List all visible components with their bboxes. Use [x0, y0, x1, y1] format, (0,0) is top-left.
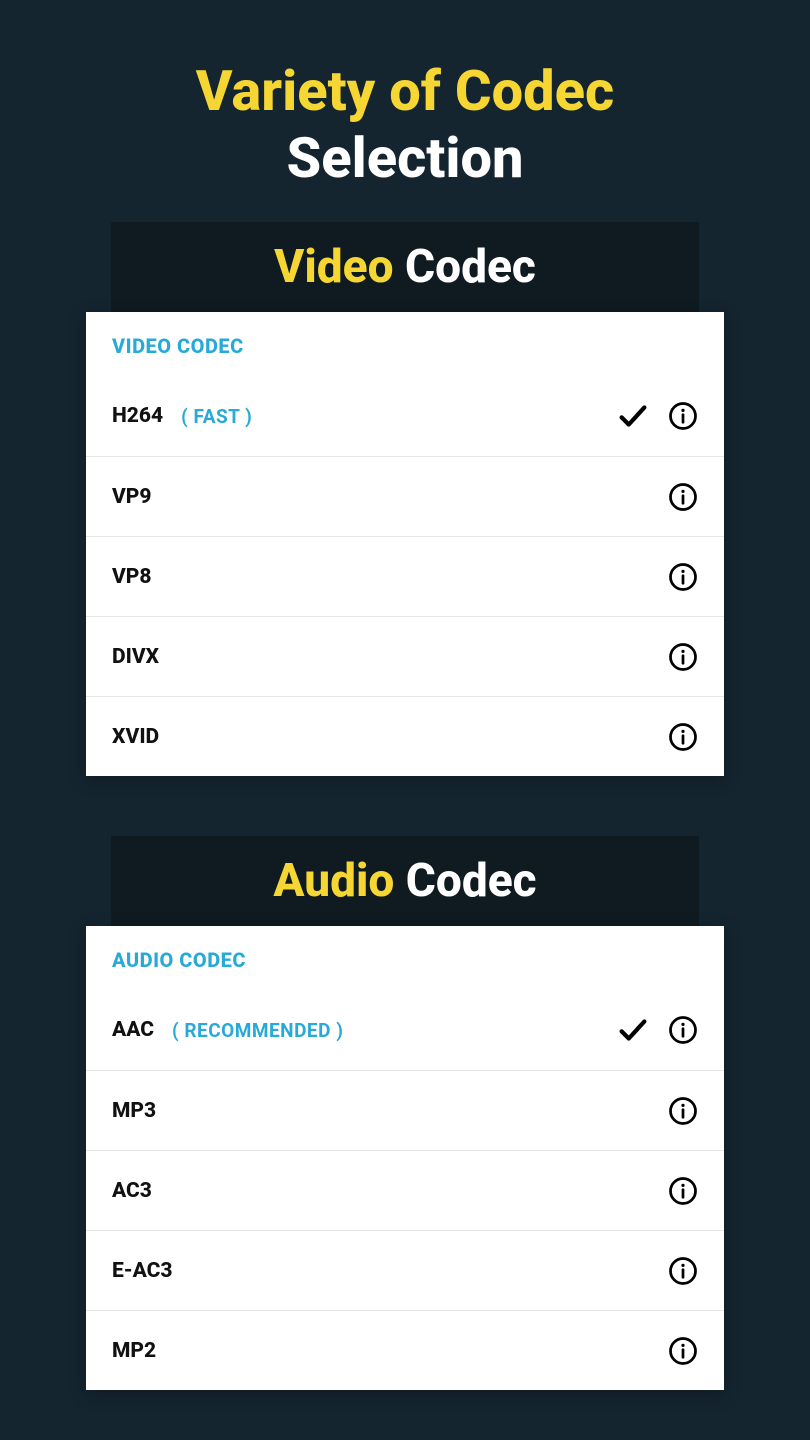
codec-label: AC3	[112, 1179, 152, 1203]
codec-label: VP9	[112, 485, 152, 509]
info-icon[interactable]	[668, 722, 698, 752]
codec-row[interactable]: MP3	[86, 1070, 724, 1150]
audio-card-title: AUDIO CODEC	[86, 926, 724, 990]
codec-label: VP8	[112, 565, 152, 589]
codec-label: MP2	[112, 1339, 156, 1363]
info-icon[interactable]	[668, 401, 698, 431]
codec-tag: ( FAST )	[181, 405, 252, 428]
hero-line2: Selection	[0, 125, 810, 192]
video-header-white: Codec	[394, 240, 536, 294]
codec-row[interactable]: H264 ( FAST )	[86, 376, 724, 456]
hero-title: Variety of Codec Selection	[0, 0, 810, 222]
hero-line1: Variety of Codec	[0, 58, 810, 125]
audio-header-white: Codec	[394, 854, 536, 908]
codec-row[interactable]: AAC ( RECOMMENDED )	[86, 990, 724, 1070]
info-icon[interactable]	[668, 482, 698, 512]
video-section-header: Video Codec	[111, 222, 699, 312]
audio-header-accent: Audio	[273, 854, 394, 908]
codec-label: DIVX	[112, 645, 159, 669]
info-icon[interactable]	[668, 642, 698, 672]
info-icon[interactable]	[668, 562, 698, 592]
audio-section-header: Audio Codec	[111, 836, 699, 926]
info-icon[interactable]	[668, 1176, 698, 1206]
audio-codec-list: AAC ( RECOMMENDED ) MP3 AC3 E-AC3 MP2	[86, 990, 724, 1390]
check-icon	[616, 1013, 650, 1047]
codec-row[interactable]: E-AC3	[86, 1230, 724, 1310]
codec-row[interactable]: AC3	[86, 1150, 724, 1230]
codec-row[interactable]: XVID	[86, 696, 724, 776]
check-icon	[616, 399, 650, 433]
codec-label: H264	[112, 404, 163, 428]
codec-row[interactable]: DIVX	[86, 616, 724, 696]
codec-label: XVID	[112, 725, 159, 749]
codec-label: MP3	[112, 1099, 156, 1123]
info-icon[interactable]	[668, 1096, 698, 1126]
info-icon[interactable]	[668, 1015, 698, 1045]
video-codec-list: H264 ( FAST ) VP9 VP8 DIVX XVID	[86, 376, 724, 776]
codec-tag: ( RECOMMENDED )	[172, 1019, 343, 1042]
info-icon[interactable]	[668, 1256, 698, 1286]
info-icon[interactable]	[668, 1336, 698, 1366]
video-codec-card: VIDEO CODEC H264 ( FAST ) VP9 VP8 DIVX XVID	[86, 312, 724, 776]
codec-label: AAC	[112, 1018, 154, 1042]
codec-label: E-AC3	[112, 1259, 173, 1283]
codec-row[interactable]: MP2	[86, 1310, 724, 1390]
audio-codec-card: AUDIO CODEC AAC ( RECOMMENDED ) MP3 AC3 E-AC…	[86, 926, 724, 1390]
codec-row[interactable]: VP8	[86, 536, 724, 616]
video-header-accent: Video	[274, 240, 393, 294]
video-card-title: VIDEO CODEC	[86, 312, 724, 376]
codec-row[interactable]: VP9	[86, 456, 724, 536]
